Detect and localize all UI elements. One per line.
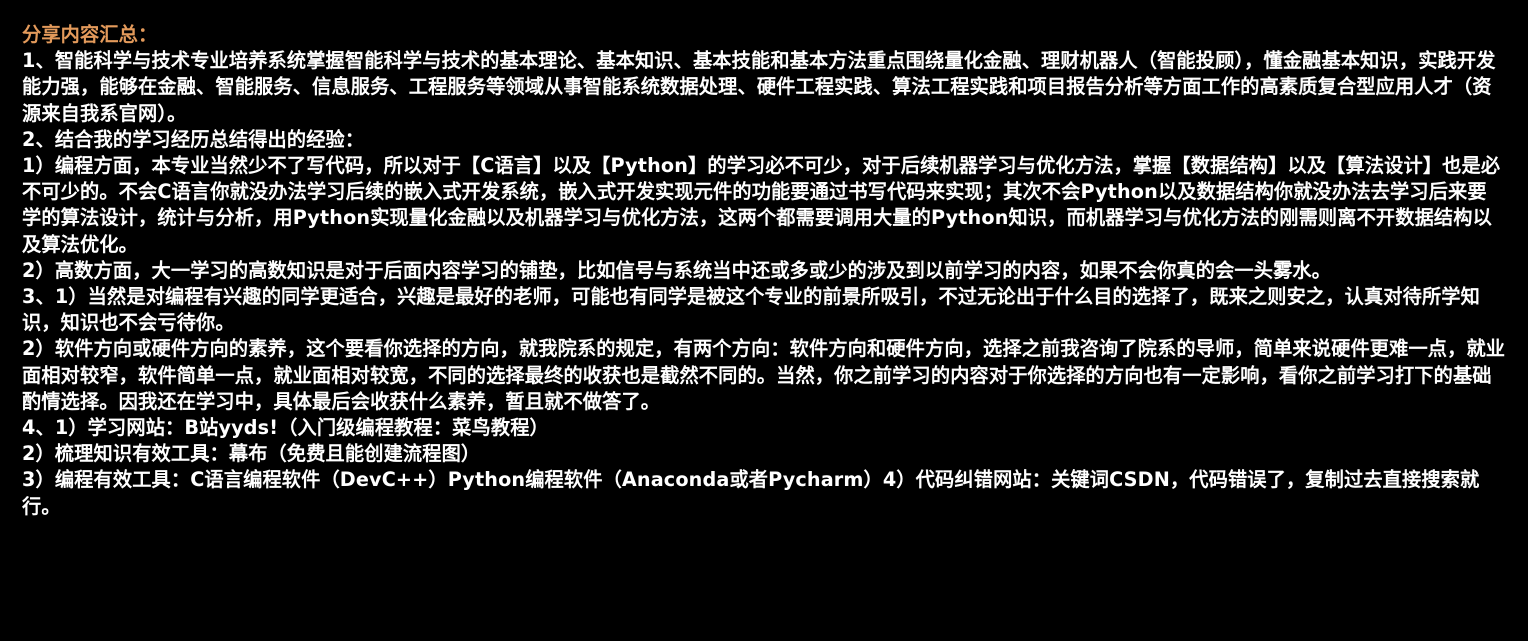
paragraph-knowledge-tool: 2）梳理知识有效工具：幕布（免费且能创建流程图） bbox=[22, 442, 481, 466]
paragraph-programming: 1）编程方面，本专业当然少不了写代码，所以对于【C语言】以及【Python】的学… bbox=[22, 154, 1501, 256]
paragraph-interest: 3、1）当然是对编程有兴趣的同学更适合，兴趣是最好的老师，可能也有同学是被这个专… bbox=[22, 285, 1480, 335]
paragraph-programming-tools: 3）编程有效工具：C语言编程软件（DevC++）Python编程软件（Anaco… bbox=[22, 468, 1480, 518]
paragraph-major-intro: 1、智能科学与技术专业培养系统掌握智能科学与技术的基本理论、基本知识、基本技能和… bbox=[22, 49, 1496, 125]
paragraph-direction: 2）软件方向或硬件方向的素养，这个要看你选择的方向，就我院系的规定，有两个方向：… bbox=[22, 337, 1506, 413]
document-body: 分享内容汇总： 1、智能科学与技术专业培养系统掌握智能科学与技术的基本理论、基本… bbox=[22, 22, 1506, 520]
paragraph-math: 2）高数方面，大一学习的高数知识是对于后面内容学习的铺垫，比如信号与系统当中还或… bbox=[22, 258, 1332, 282]
section-heading: 分享内容汇总： bbox=[22, 23, 158, 46]
paragraph-experience-title: 2、结合我的学习经历总结得出的经验： bbox=[22, 127, 365, 151]
paragraph-learning-site: 4、1）学习网站：B站yyds!（入门级编程教程：菜鸟教程） bbox=[22, 416, 549, 440]
